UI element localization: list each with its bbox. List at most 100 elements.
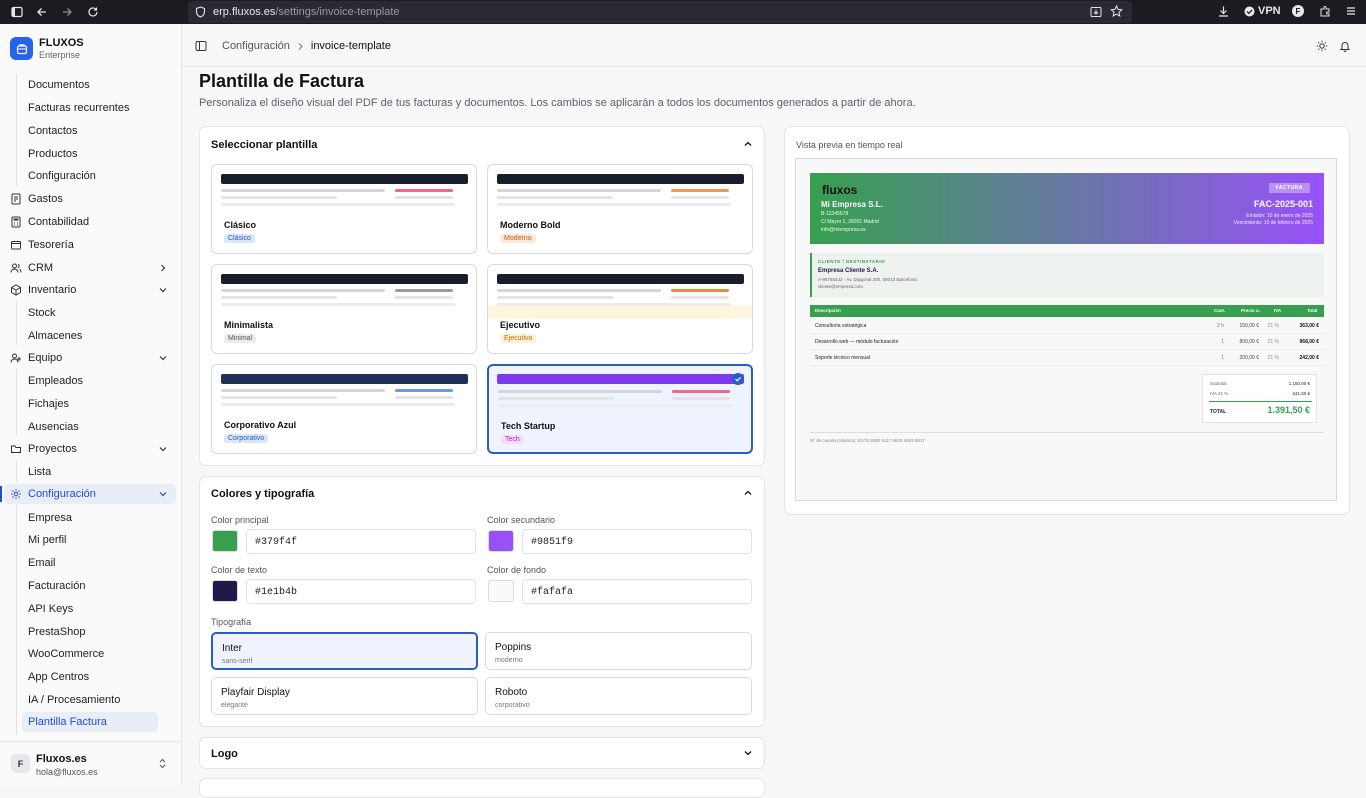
sidebar-item-ausencias[interactable]: Ausencias <box>28 417 79 437</box>
primary-color-swatch[interactable] <box>212 530 238 552</box>
template-name: Clásico <box>224 220 257 230</box>
address-bar[interactable]: erp.fluxos.es/settings/invoice-template <box>188 1 1132 23</box>
next-section-card[interactable] <box>199 778 765 798</box>
sidebar-item-email[interactable]: Email <box>28 553 56 573</box>
sidebar-item-tesoreria[interactable]: Tesorería <box>4 235 176 255</box>
back-icon[interactable] <box>35 5 49 19</box>
breadcrumb: Configuración invoice-template <box>222 40 391 52</box>
font-option[interactable]: Playfair Display elegante <box>211 677 478 715</box>
text-color-swatch[interactable] <box>212 580 238 602</box>
logo-card[interactable]: Logo <box>199 737 765 769</box>
template-line <box>221 189 385 192</box>
sidebar-item-ia-procesamiento[interactable]: IA / Procesamiento <box>28 690 120 710</box>
template-name: Corporativo Azul <box>224 420 297 430</box>
sidebar-item-documentos[interactable]: Documentos <box>28 75 90 95</box>
invoice-issue-date: Emisión: 10 de enero de 2025 <box>1246 213 1313 219</box>
font-option[interactable]: Roboto corporativo <box>485 677 752 715</box>
site-info-icon[interactable] <box>195 6 206 18</box>
sidebar-item-empleados[interactable]: Empleados <box>28 371 83 391</box>
breadcrumb-parent[interactable]: Configuración <box>222 40 290 52</box>
template-line <box>221 203 455 206</box>
sidebar-item-facturacion[interactable]: Facturación <box>28 576 85 596</box>
template-card[interactable]: Clásico Clásico <box>211 164 477 254</box>
sidebar-item-docs-configuracion[interactable]: Configuración <box>28 166 96 186</box>
row-vat: 21 % <box>1267 355 1279 361</box>
total-label: TOTAL <box>1210 409 1227 415</box>
reader-view-icon[interactable] <box>1090 6 1102 18</box>
menu-icon[interactable] <box>1345 5 1357 17</box>
sidebar-item-plantilla-factura[interactable]: Plantilla Factura <box>28 712 107 732</box>
sidebar-item-contabilidad[interactable]: Contabilidad <box>4 212 176 232</box>
bell-icon[interactable] <box>1339 40 1351 52</box>
template-card[interactable]: Corporativo Azul Corporativo <box>211 364 477 454</box>
chevron-right-icon <box>158 263 168 273</box>
template-card[interactable]: Tech Startup Tech <box>487 364 753 454</box>
template-line <box>498 404 732 407</box>
font-option[interactable]: Inter sans-serif <box>211 632 478 670</box>
typography-label: Tipografía <box>211 617 252 627</box>
sidebar-item-lista[interactable]: Lista <box>28 462 51 482</box>
sidebar-item-empresa[interactable]: Empresa <box>28 508 72 528</box>
template-card[interactable]: Ejecutivo Ejecutivo <box>487 264 753 354</box>
invoice-totals: Subtotal 1.150,00 € IVA 21 % 241,50 € TO… <box>1202 374 1317 423</box>
template-line <box>497 196 613 199</box>
sidebar-item-woocommerce[interactable]: WooCommerce <box>28 644 104 664</box>
brand-name: FLUXOS <box>39 37 84 49</box>
sidebar: FLUXOS Enterprise Documentos Facturas re… <box>0 24 182 786</box>
sidebar-item-almacenes[interactable]: Almacenes <box>28 326 82 346</box>
theme-sun-icon[interactable] <box>1316 40 1328 52</box>
template-line <box>498 397 614 400</box>
bg-color-input[interactable]: #fafafa <box>522 579 752 604</box>
sidebar-item-stock[interactable]: Stock <box>28 303 56 323</box>
sidebar-item-app-centros[interactable]: App Centros <box>28 667 89 687</box>
template-line <box>221 303 455 306</box>
template-tag: Clásico <box>224 234 255 243</box>
template-card[interactable]: Moderno Bold Moderno <box>487 164 753 254</box>
brand[interactable]: FLUXOS Enterprise <box>10 37 84 60</box>
template-name: Ejecutivo <box>500 320 541 330</box>
sidebar-item-productos[interactable]: Productos <box>28 144 78 164</box>
chevron-down-icon <box>158 285 168 295</box>
sidebar-item-prestashop[interactable]: PrestaShop <box>28 622 85 642</box>
chevron-down-icon[interactable] <box>743 748 753 758</box>
sidebar-item-mi-perfil[interactable]: Mi perfil <box>28 530 67 550</box>
download-icon[interactable] <box>1217 5 1230 18</box>
submenu-line <box>16 301 17 345</box>
sidebar-item-configuracion[interactable]: Configuración <box>0 484 176 504</box>
sidebar-item-inventario[interactable]: Inventario <box>4 280 176 300</box>
bookmark-star-icon[interactable] <box>1110 5 1123 18</box>
font-option[interactable]: Poppins moderno <box>485 632 752 670</box>
bg-color-swatch[interactable] <box>488 580 514 602</box>
sidebar-item-facturas-recurrentes[interactable]: Facturas recurrentes <box>28 98 129 118</box>
sidebar-item-api-keys[interactable]: API Keys <box>28 599 73 619</box>
sidebar-item-gastos[interactable]: Gastos <box>4 189 176 209</box>
primary-color-input[interactable]: #379f4f <box>246 529 476 554</box>
sidebar-item-contactos[interactable]: Contactos <box>28 121 78 141</box>
extensions-icon[interactable] <box>1319 5 1331 17</box>
secondary-color-swatch[interactable] <box>488 530 514 552</box>
user-team-icon <box>10 352 22 364</box>
forward-icon[interactable] <box>60 5 74 19</box>
template-line <box>221 403 455 406</box>
text-color-input[interactable]: #1e1b4b <box>246 579 476 604</box>
primary-color-label: Color principal <box>211 515 269 525</box>
bg-color-label: Color de fondo <box>487 565 547 575</box>
profile-avatar[interactable]: F <box>1292 5 1304 17</box>
vpn-button[interactable]: VPN <box>1244 5 1281 17</box>
sidebar-item-label: Gastos <box>28 193 63 205</box>
sidebar-item-crm[interactable]: CRM <box>4 258 176 278</box>
template-card[interactable]: Minimalista Minimal <box>211 264 477 354</box>
sidebar-toggle-icon[interactable] <box>10 5 24 19</box>
sidebar-item-fichajes[interactable]: Fichajes <box>28 394 69 414</box>
font-name: Roboto <box>495 687 528 698</box>
reload-icon[interactable] <box>86 5 100 19</box>
chevron-up-icon[interactable] <box>743 139 753 149</box>
invoice-client-box: CLIENTE / DESTINATARIO Empresa Cliente S… <box>810 253 1324 297</box>
sidebar-item-proyectos[interactable]: Proyectos <box>4 439 176 459</box>
secondary-color-input[interactable]: #9851f9 <box>522 529 752 554</box>
chevron-up-icon[interactable] <box>743 488 753 498</box>
user-menu[interactable]: F Fluxos.es hola@fluxos.es <box>0 741 182 786</box>
sidebar-collapse-icon[interactable] <box>195 40 207 52</box>
brand-plan: Enterprise <box>39 50 81 60</box>
sidebar-item-equipo[interactable]: Equipo <box>4 348 176 368</box>
